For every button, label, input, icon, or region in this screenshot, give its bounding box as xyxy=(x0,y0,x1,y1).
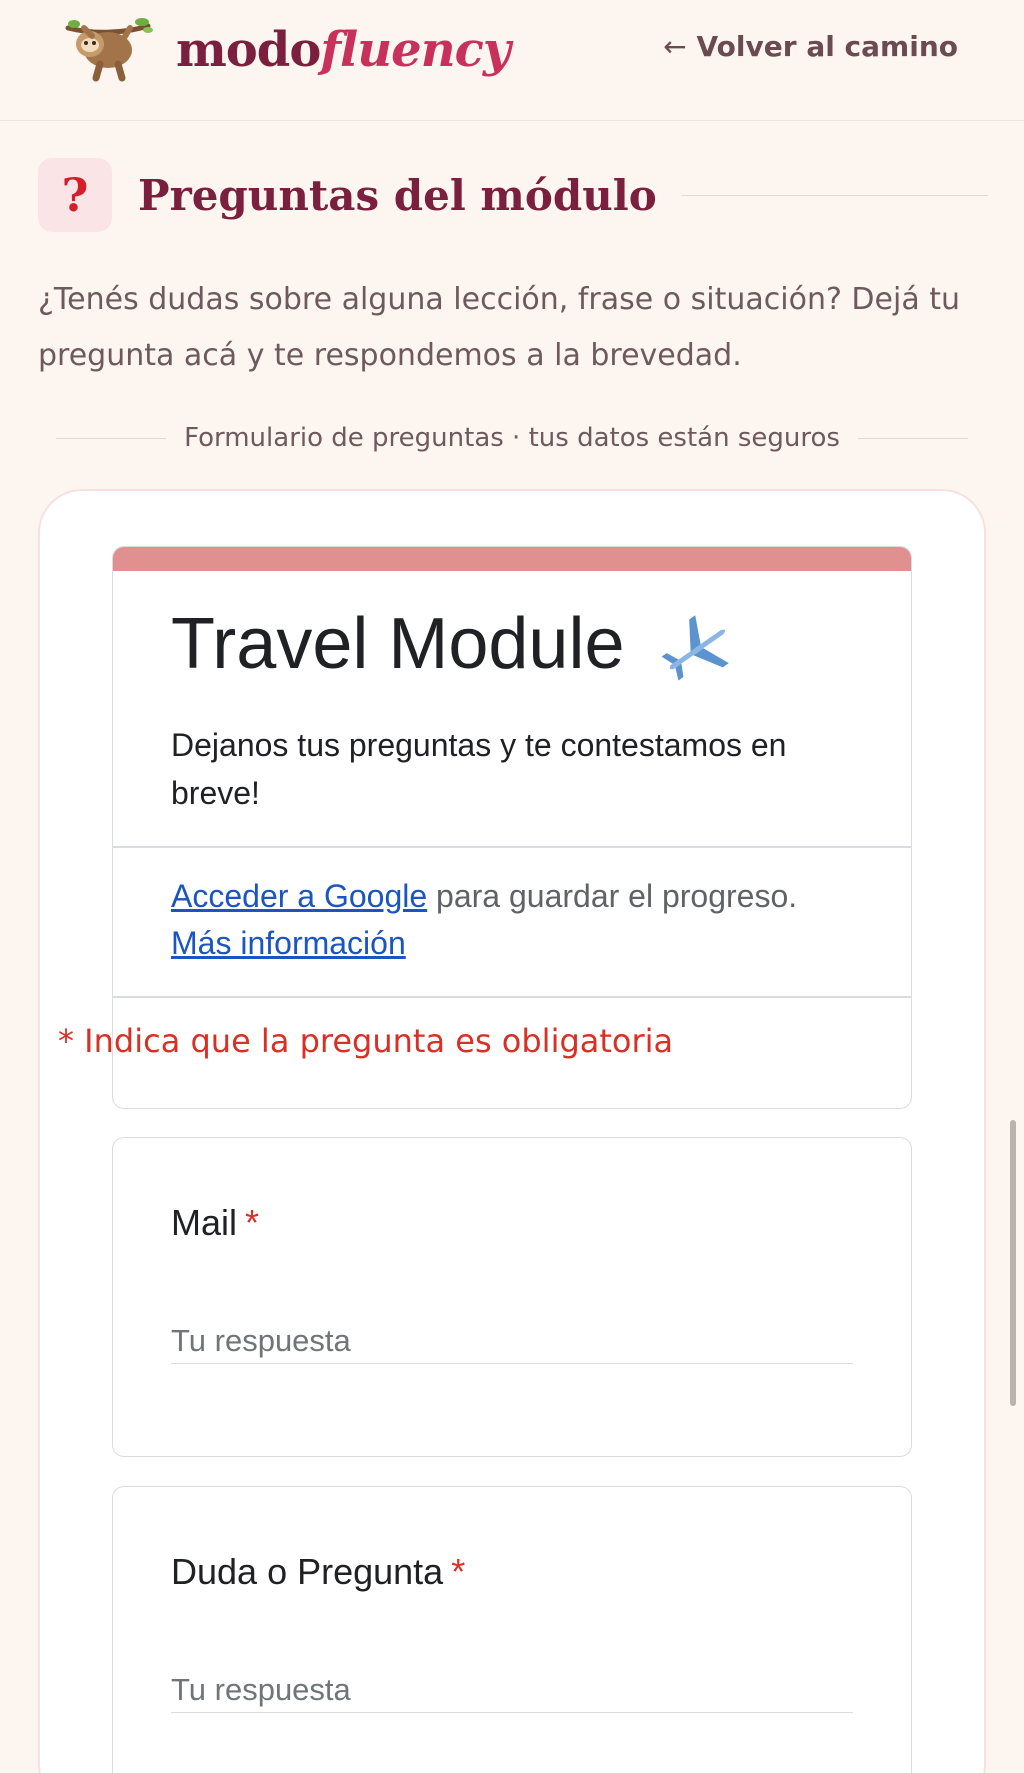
question-label: Mail * xyxy=(171,1202,259,1244)
section-intro: ¿Tenés dudas sobre alguna lección, frase… xyxy=(38,282,961,373)
question-label: Duda o Pregunta * xyxy=(171,1551,465,1593)
question-card-doubt: Duda o Pregunta * xyxy=(112,1486,912,1773)
form-title: Travel Module xyxy=(171,603,737,688)
header-divider xyxy=(113,996,911,998)
scrollbar-thumb[interactable] xyxy=(1010,1120,1016,1406)
section-title: Preguntas del módulo xyxy=(138,170,657,220)
required-asterisk: * xyxy=(451,1551,466,1592)
header-divider xyxy=(113,846,911,848)
brand-name: modofluency xyxy=(176,22,511,78)
signin-text: para guardar el progreso. xyxy=(427,878,798,914)
question-input[interactable] xyxy=(171,1667,853,1713)
section-heading: ? Preguntas del módulo xyxy=(38,158,988,232)
site-header: modofluency ← Volver al camino xyxy=(0,0,1024,121)
airplane-icon xyxy=(661,615,729,681)
signin-notice: Acceder a Google para guardar el progres… xyxy=(171,873,871,967)
divider-text: Formulario de preguntas · tus datos está… xyxy=(184,423,840,453)
google-signin-link[interactable]: Acceder a Google xyxy=(171,878,427,914)
required-asterisk: * xyxy=(245,1202,260,1243)
question-label-text: Mail xyxy=(171,1202,238,1243)
divider-rule-right xyxy=(857,437,968,439)
more-info-link[interactable]: Más información xyxy=(171,925,406,961)
back-link-label: Volver al camino xyxy=(696,30,958,63)
arrow-left-icon: ← xyxy=(663,30,687,63)
form-accent-bar xyxy=(113,547,911,571)
question-label-text: Duda o Pregunta xyxy=(171,1551,444,1592)
back-to-path-link[interactable]: ← Volver al camino xyxy=(663,30,958,63)
section-rule xyxy=(680,194,988,196)
mail-input[interactable] xyxy=(171,1318,853,1364)
form-description: Dejanos tus preguntas y te contestamos e… xyxy=(171,727,787,811)
required-note: * Indica que la pregunta es obligatoria xyxy=(58,1022,674,1060)
sloth-icon xyxy=(65,18,153,82)
divider-rule-left xyxy=(56,437,167,439)
question-mark-icon: ? xyxy=(38,158,112,232)
logo[interactable]: modofluency xyxy=(62,14,511,86)
question-card-mail: Mail * xyxy=(112,1137,912,1457)
form-divider: Formulario de preguntas · tus datos está… xyxy=(56,408,968,468)
form-title-text: Travel Module xyxy=(171,604,625,684)
